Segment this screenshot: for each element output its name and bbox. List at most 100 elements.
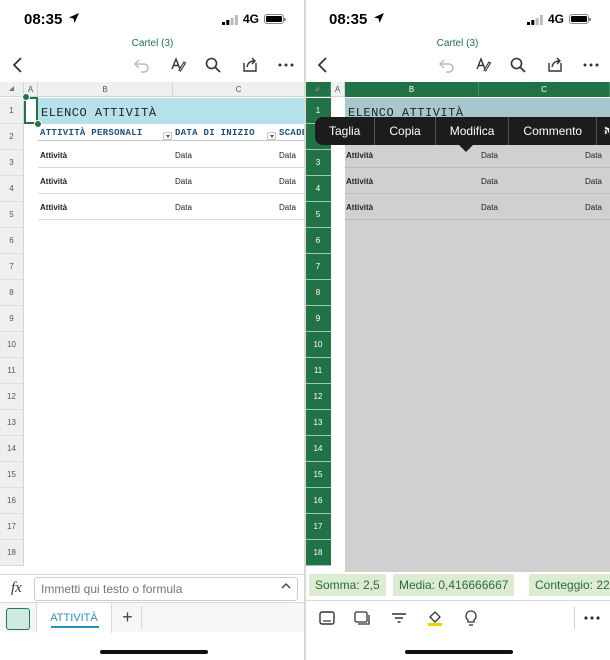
row-header-11[interactable]: 11 bbox=[0, 358, 24, 384]
row-header-14[interactable]: 14 bbox=[305, 436, 331, 462]
row-header-6[interactable]: 6 bbox=[305, 228, 331, 254]
document-title[interactable]: Cartel (3) bbox=[0, 38, 305, 49]
table-cell[interactable]: Data bbox=[279, 203, 296, 212]
menu-item-edit[interactable]: Modifica bbox=[436, 117, 510, 145]
chevron-up-icon[interactable] bbox=[281, 581, 291, 591]
search-icon[interactable] bbox=[507, 54, 529, 76]
row-header-10[interactable]: 10 bbox=[0, 332, 24, 358]
row-header-8[interactable]: 8 bbox=[0, 280, 24, 306]
column-header-b[interactable]: B bbox=[345, 82, 479, 97]
sheet-tab-attivita[interactable]: ATTIVITÀ bbox=[36, 603, 112, 633]
search-icon[interactable] bbox=[202, 54, 224, 76]
row-header-9[interactable]: 9 bbox=[0, 306, 24, 332]
sheet-title[interactable]: ELENCO ATTIVITÀ bbox=[41, 106, 157, 120]
column-header-b[interactable]: B bbox=[38, 82, 173, 97]
row-header-7[interactable]: 7 bbox=[305, 254, 331, 280]
row-header-7[interactable]: 7 bbox=[0, 254, 24, 280]
row-header-3[interactable]: 3 bbox=[305, 150, 331, 176]
share-icon[interactable] bbox=[239, 54, 261, 76]
row-header-4[interactable]: 4 bbox=[0, 176, 24, 202]
cell-styles-icon[interactable] bbox=[353, 608, 373, 628]
spreadsheet-grid[interactable]: A B C 1 2 3 4 5 6 7 8 9 10 11 12 13 14 1… bbox=[0, 82, 305, 572]
stat-sum[interactable]: Somma: 2,5 bbox=[309, 574, 386, 596]
selection-handle[interactable] bbox=[22, 93, 30, 101]
row-header-12[interactable]: 12 bbox=[0, 384, 24, 410]
row-header-11[interactable]: 11 bbox=[305, 358, 331, 384]
more-options-icon[interactable] bbox=[275, 54, 297, 76]
filter-dropdown-icon[interactable] bbox=[267, 132, 276, 140]
table-cell[interactable]: Attività bbox=[346, 151, 373, 160]
header-cell-due[interactable]: SCADE bbox=[279, 128, 305, 138]
function-icon[interactable]: fx bbox=[11, 580, 22, 597]
sheets-overview-icon[interactable] bbox=[6, 608, 30, 630]
select-all-corner[interactable] bbox=[0, 82, 24, 97]
row-header-13[interactable]: 13 bbox=[0, 410, 24, 436]
table-cell[interactable]: Attività bbox=[346, 203, 373, 212]
keyboard-icon[interactable] bbox=[317, 608, 337, 628]
more-options-icon[interactable] bbox=[582, 608, 602, 628]
row-header-14[interactable]: 14 bbox=[0, 436, 24, 462]
table-cell[interactable]: Attività bbox=[40, 177, 67, 186]
row-header-8[interactable]: 8 bbox=[305, 280, 331, 306]
row-header-2[interactable]: 2 bbox=[0, 124, 24, 150]
column-header-a[interactable]: A bbox=[331, 82, 345, 97]
table-cell[interactable]: Attività bbox=[40, 203, 67, 212]
selection-handle[interactable] bbox=[34, 120, 42, 128]
table-cell[interactable]: Data bbox=[585, 203, 602, 212]
spreadsheet-grid[interactable]: A B C 1 2 3 4 5 6 7 8 9 10 11 12 13 14 1… bbox=[305, 82, 610, 572]
formula-input[interactable] bbox=[34, 577, 298, 601]
column-header-c[interactable]: C bbox=[479, 82, 610, 97]
undo-icon[interactable] bbox=[131, 54, 153, 76]
fill-color-icon[interactable] bbox=[425, 608, 445, 628]
row-header-4[interactable]: 4 bbox=[305, 176, 331, 202]
row-header-17[interactable]: 17 bbox=[0, 514, 24, 540]
menu-item-cut[interactable]: Taglia bbox=[315, 117, 376, 145]
row-header-15[interactable]: 15 bbox=[0, 462, 24, 488]
table-cell[interactable]: Data bbox=[279, 151, 296, 160]
table-cell[interactable]: Data bbox=[279, 177, 296, 186]
table-cell[interactable]: Data bbox=[481, 177, 498, 186]
menu-item-comment[interactable]: Commento bbox=[509, 117, 598, 145]
undo-icon[interactable] bbox=[436, 54, 458, 76]
lightbulb-icon[interactable] bbox=[461, 608, 481, 628]
header-cell-activity[interactable]: ATTIVITÀ PERSONALI bbox=[40, 128, 143, 138]
row-header-15[interactable]: 15 bbox=[305, 462, 331, 488]
document-title[interactable]: Cartel (3) bbox=[305, 38, 610, 49]
draw-pen-icon[interactable] bbox=[167, 54, 189, 76]
back-icon[interactable] bbox=[8, 54, 30, 76]
row-header-3[interactable]: 3 bbox=[0, 150, 24, 176]
row-header-12[interactable]: 12 bbox=[305, 384, 331, 410]
row-header-16[interactable]: 16 bbox=[0, 488, 24, 514]
row-header-9[interactable]: 9 bbox=[305, 306, 331, 332]
table-cell[interactable]: Data bbox=[585, 177, 602, 186]
table-cell[interactable]: Data bbox=[481, 151, 498, 160]
row-header-6[interactable]: 6 bbox=[0, 228, 24, 254]
share-icon[interactable] bbox=[544, 54, 566, 76]
menu-item-copy[interactable]: Copia bbox=[375, 117, 436, 145]
draw-pen-icon[interactable] bbox=[472, 54, 494, 76]
back-icon[interactable] bbox=[313, 54, 335, 76]
more-options-icon[interactable] bbox=[580, 54, 602, 76]
select-all-corner[interactable] bbox=[305, 82, 331, 97]
row-header-13[interactable]: 13 bbox=[305, 410, 331, 436]
stat-count[interactable]: Conteggio: 22 bbox=[529, 574, 610, 596]
table-cell[interactable]: Data bbox=[175, 151, 192, 160]
stat-average[interactable]: Media: 0,416666667 bbox=[393, 574, 515, 596]
column-header-c[interactable]: C bbox=[173, 82, 305, 97]
table-cell[interactable]: Data bbox=[585, 151, 602, 160]
row-header-17[interactable]: 17 bbox=[305, 514, 331, 540]
row-header-5[interactable]: 5 bbox=[0, 202, 24, 228]
row-header-18[interactable]: 18 bbox=[305, 540, 331, 566]
table-cell[interactable]: Data bbox=[175, 177, 192, 186]
row-header-10[interactable]: 10 bbox=[305, 332, 331, 358]
table-cell[interactable]: Data bbox=[481, 203, 498, 212]
filter-dropdown-icon[interactable] bbox=[163, 132, 172, 140]
row-header-5[interactable]: 5 bbox=[305, 202, 331, 228]
add-sheet-button[interactable]: + bbox=[114, 606, 142, 630]
table-cell[interactable]: Data bbox=[175, 203, 192, 212]
table-cell[interactable]: Attività bbox=[346, 177, 373, 186]
column-a-unselected[interactable] bbox=[331, 98, 345, 572]
selected-range-shade[interactable] bbox=[345, 98, 610, 572]
table-cell[interactable]: Attività bbox=[40, 151, 67, 160]
row-header-18[interactable]: 18 bbox=[0, 540, 24, 566]
